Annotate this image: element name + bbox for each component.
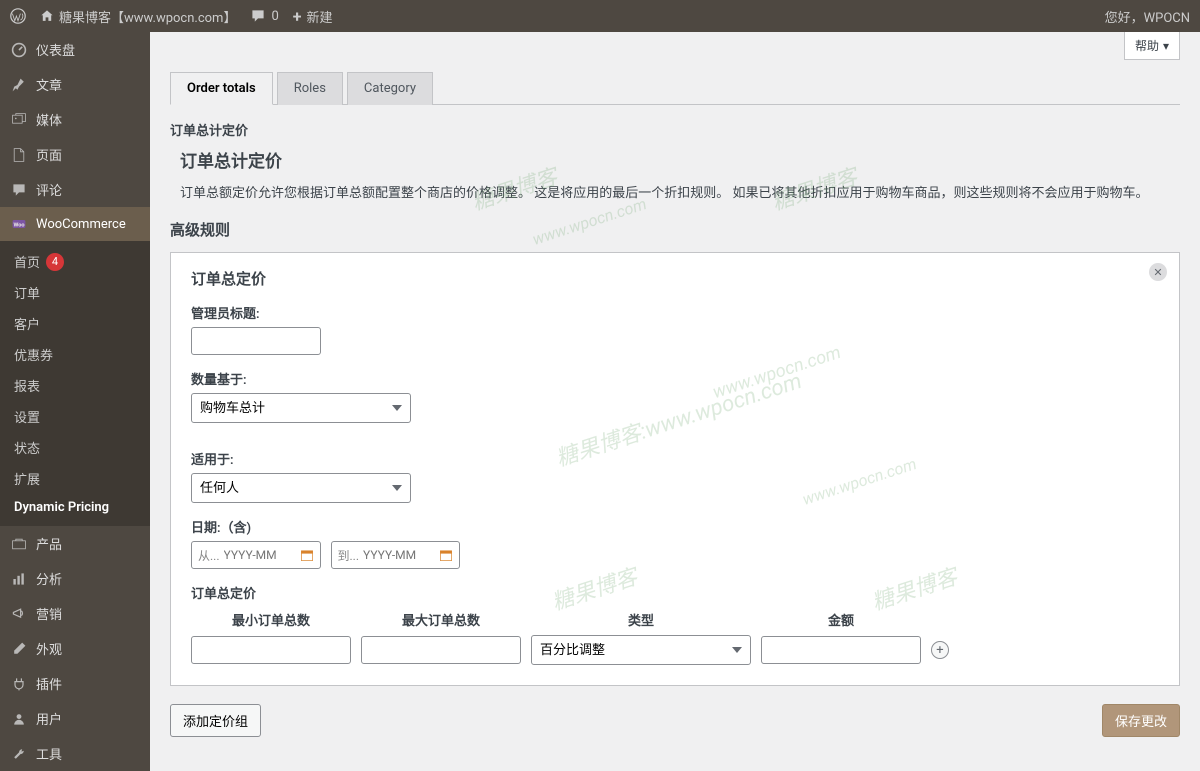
col-amount: 金额 [761, 610, 921, 635]
admin-title-label: 管理员标题: [191, 303, 1159, 322]
applies-select[interactable]: 任何人 [191, 473, 411, 503]
col-type: 类型 [531, 610, 751, 635]
menu-tools[interactable]: 工具 [0, 736, 150, 771]
type-select[interactable]: 百分比调整 [531, 635, 751, 665]
amount-input[interactable] [761, 636, 921, 664]
qty-based-label: 数量基于: [191, 369, 1159, 388]
menu-appearance[interactable]: 外观 [0, 631, 150, 666]
wrench-icon [10, 745, 28, 763]
svg-text:Woo: Woo [13, 222, 24, 228]
dashboard-icon [10, 41, 28, 59]
menu-woocommerce[interactable]: WooWooCommerce [0, 207, 150, 241]
tabs: Order totals Roles Category [170, 72, 1180, 105]
price-table-title: 订单总定价 [191, 583, 1159, 602]
greeting[interactable]: 您好，WPOCN [1105, 7, 1190, 26]
tab-category[interactable]: Category [347, 72, 433, 105]
rules-heading: 高级规则 [170, 219, 1180, 240]
menu-dashboard[interactable]: 仪表盘 [0, 32, 150, 67]
comment-icon [10, 181, 28, 199]
submenu-settings[interactable]: 设置 [0, 401, 150, 432]
page-heading: 订单总计定价 [180, 147, 1180, 172]
woocommerce-icon: Woo [10, 215, 28, 233]
add-row-button[interactable]: + [931, 641, 949, 659]
menu-media[interactable]: 媒体 [0, 102, 150, 137]
date-from-input[interactable] [224, 548, 296, 562]
menu-plugins[interactable]: 插件 [0, 666, 150, 701]
col-max: 最大订单总数 [361, 610, 521, 635]
submenu-extensions[interactable]: 扩展 [0, 463, 150, 494]
rule-box: ✕ 订单总定价 管理员标题: 数量基于: 购物车总计 适用于: 任何人 日期:（… [170, 252, 1180, 686]
rule-title: 订单总定价 [191, 268, 1159, 289]
wp-logo[interactable] [10, 8, 26, 24]
admin-title-input[interactable] [191, 327, 321, 355]
menu-pages[interactable]: 页面 [0, 137, 150, 172]
plug-icon [10, 675, 28, 693]
site-link[interactable]: 糖果博客【www.wpocn.com】 [40, 7, 236, 26]
tab-roles[interactable]: Roles [277, 72, 343, 105]
close-icon[interactable]: ✕ [1149, 263, 1167, 281]
price-row: 百分比调整 + [191, 635, 1159, 665]
woocommerce-submenu: 首页4 订单 客户 优惠券 报表 设置 状态 扩展 Dynamic Pricin… [0, 241, 150, 526]
applies-label: 适用于: [191, 449, 1159, 468]
products-icon [10, 535, 28, 553]
menu-marketing[interactable]: 营销 [0, 596, 150, 631]
home-badge: 4 [46, 253, 64, 271]
calendar-icon [300, 548, 314, 562]
page-description: 订单总额定价允许您根据订单总额配置整个商店的价格调整。 这是将应用的最后一个折扣… [180, 182, 1180, 201]
menu-analytics[interactable]: 分析 [0, 561, 150, 596]
menu-users[interactable]: 用户 [0, 701, 150, 736]
tab-order-totals[interactable]: Order totals [170, 72, 273, 105]
menu-products[interactable]: 产品 [0, 526, 150, 561]
pin-icon [10, 76, 28, 94]
submenu-reports[interactable]: 报表 [0, 370, 150, 401]
date-from-wrap[interactable]: 从... [191, 541, 321, 569]
chevron-down-icon: ▾ [1163, 39, 1169, 53]
submenu-status[interactable]: 状态 [0, 432, 150, 463]
admin-sidebar: 仪表盘 文章 媒体 页面 评论 WooWooCommerce 首页4 订单 客户… [0, 32, 150, 771]
user-icon [10, 710, 28, 728]
min-input[interactable] [191, 636, 351, 664]
comments-link[interactable]: 0 [250, 8, 278, 24]
max-input[interactable] [361, 636, 521, 664]
new-link[interactable]: +新建 [293, 7, 333, 26]
help-tab[interactable]: 帮助▾ [1124, 32, 1180, 60]
main-content: 帮助▾ Order totals Roles Category 订单总计定价 订… [150, 32, 1200, 771]
submenu-home[interactable]: 首页4 [0, 246, 150, 277]
col-min: 最小订单总数 [191, 610, 351, 635]
brush-icon [10, 640, 28, 658]
date-to-wrap[interactable]: 到... [331, 541, 461, 569]
date-to-input[interactable] [363, 548, 435, 562]
admin-topbar: 糖果博客【www.wpocn.com】 0 +新建 您好，WPOCN [0, 0, 1200, 32]
qty-based-select[interactable]: 购物车总计 [191, 393, 411, 423]
megaphone-icon [10, 605, 28, 623]
submenu-customers[interactable]: 客户 [0, 308, 150, 339]
calendar-icon [439, 548, 453, 562]
breadcrumb-title: 订单总计定价 [170, 120, 1180, 139]
submenu-dynamic-pricing[interactable]: Dynamic Pricing [0, 494, 150, 521]
menu-comments[interactable]: 评论 [0, 172, 150, 207]
submenu-coupons[interactable]: 优惠券 [0, 339, 150, 370]
media-icon [10, 111, 28, 129]
menu-posts[interactable]: 文章 [0, 67, 150, 102]
chart-icon [10, 570, 28, 588]
page-icon [10, 146, 28, 164]
submenu-orders[interactable]: 订单 [0, 277, 150, 308]
date-label: 日期:（含) [191, 517, 1159, 536]
